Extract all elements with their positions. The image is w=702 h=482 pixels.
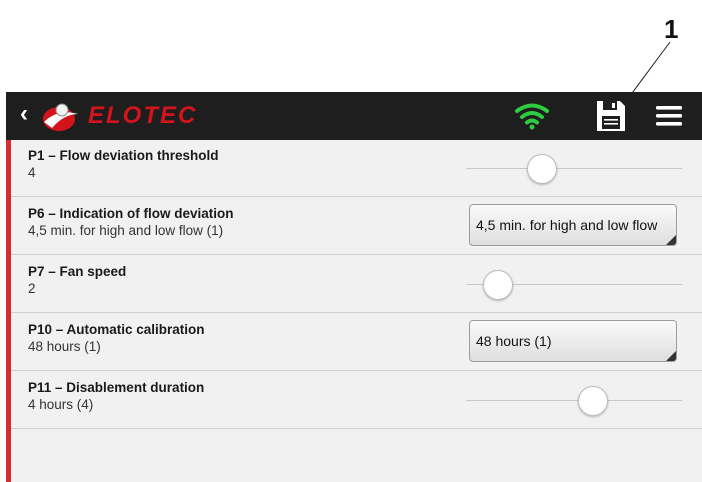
slider-thumb[interactable]: [483, 270, 514, 300]
setting-value: 48 hours (1): [28, 339, 101, 354]
automatic-calibration-select[interactable]: 48 hours (1): [469, 320, 677, 362]
select-value: 4,5 min. for high and low flow: [476, 217, 658, 233]
setting-value: 4: [28, 165, 36, 180]
wifi-icon: [515, 103, 549, 130]
save-icon[interactable]: [594, 98, 628, 134]
disablement-duration-slider[interactable]: [466, 386, 682, 416]
setting-row-p1: P1 – Flow deviation threshold 4: [6, 140, 702, 197]
red-accent-bar: [6, 140, 11, 482]
setting-label: P11 – Disablement duration: [28, 380, 205, 395]
hamburger-menu-icon[interactable]: [656, 105, 682, 127]
brand-logo-text: ELOTEC: [88, 102, 198, 129]
setting-label: P10 – Automatic calibration: [28, 322, 205, 337]
dropdown-corner-icon: [666, 235, 676, 245]
setting-row-p11: P11 – Disablement duration 4 hours (4): [6, 372, 702, 429]
setting-row-p6: P6 – Indication of flow deviation 4,5 mi…: [6, 198, 702, 255]
setting-label: P7 – Fan speed: [28, 264, 127, 279]
flow-deviation-indication-select[interactable]: 4,5 min. for high and low flow: [469, 204, 677, 246]
setting-row-p10: P10 – Automatic calibration 48 hours (1)…: [6, 314, 702, 371]
slider-track[interactable]: [466, 168, 682, 169]
select-value: 48 hours (1): [476, 333, 552, 349]
setting-value: 4 hours (4): [28, 397, 94, 412]
flow-deviation-threshold-slider[interactable]: [466, 154, 682, 184]
setting-label: P1 – Flow deviation threshold: [28, 148, 219, 163]
slider-thumb[interactable]: [578, 386, 609, 416]
setting-label: P6 – Indication of flow deviation: [28, 206, 234, 221]
dropdown-corner-icon: [666, 351, 676, 361]
setting-value: 4,5 min. for high and low flow (1): [28, 223, 224, 238]
chevron-left-icon[interactable]: ‹: [20, 102, 28, 126]
elotec-logo-icon: [43, 103, 78, 131]
setting-value: 2: [28, 281, 36, 296]
slider-thumb[interactable]: [526, 154, 557, 184]
app-header: ‹ ELOTEC: [6, 92, 702, 140]
settings-list: P1 – Flow deviation threshold 4 P6 – Ind…: [6, 140, 702, 482]
slider-track[interactable]: [466, 400, 682, 401]
setting-row-p7: P7 – Fan speed 2: [6, 256, 702, 313]
fan-speed-slider[interactable]: [466, 270, 682, 300]
